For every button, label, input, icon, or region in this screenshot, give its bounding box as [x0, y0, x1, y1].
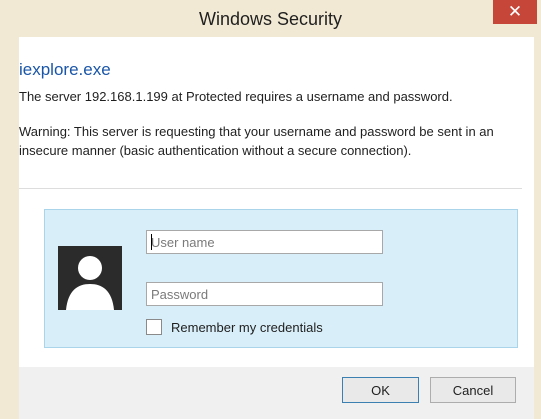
- cancel-button[interactable]: Cancel: [430, 377, 516, 403]
- title-bar[interactable]: Windows Security ✕: [0, 0, 541, 37]
- divider: [19, 188, 522, 189]
- remember-credentials-label[interactable]: Remember my credentials: [171, 320, 323, 335]
- security-warning: Warning: This server is requesting that …: [19, 124, 494, 158]
- username-input[interactable]: [146, 230, 383, 254]
- password-input[interactable]: [146, 282, 383, 306]
- ok-button[interactable]: OK: [342, 377, 419, 403]
- windows-security-dialog: Windows Security ✕ iexplore.exe The serv…: [0, 0, 541, 419]
- close-icon: ✕: [507, 2, 523, 21]
- user-avatar-icon: [58, 246, 122, 310]
- app-name: iexplore.exe: [19, 60, 111, 79]
- close-button[interactable]: ✕: [493, 0, 537, 24]
- remember-credentials-checkbox[interactable]: [146, 319, 162, 335]
- window-title: Windows Security: [198, 9, 343, 29]
- auth-message: The server 192.168.1.199 at Protected re…: [19, 89, 453, 104]
- text-caret: [151, 234, 152, 250]
